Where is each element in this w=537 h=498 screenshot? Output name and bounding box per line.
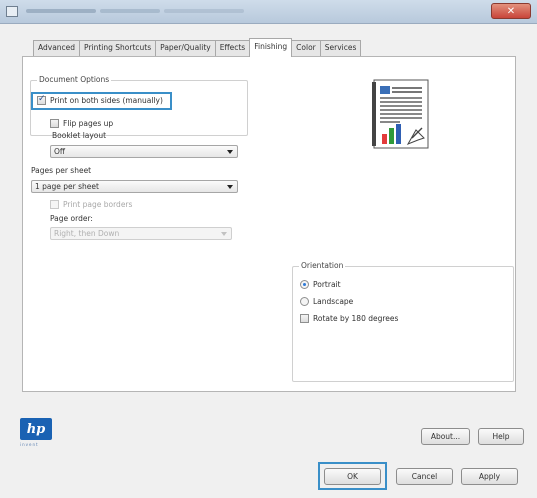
radio-icon[interactable]: [300, 297, 309, 306]
hp-logo-subtext: invent: [20, 442, 39, 447]
close-icon: ✕: [506, 5, 516, 17]
tab-services[interactable]: Services: [319, 40, 362, 56]
cancel-button[interactable]: Cancel: [396, 468, 453, 485]
radio-selected-icon[interactable]: [300, 280, 309, 289]
flip-pages-up-label: Flip pages up: [63, 119, 114, 128]
print-both-sides-label: Print on both sides (manually): [50, 96, 163, 105]
tab-finishing[interactable]: Finishing: [249, 38, 293, 57]
print-both-sides-checkbox[interactable]: Print on both sides (manually): [37, 94, 163, 105]
title-text-blurred: [26, 9, 96, 13]
hp-logo: hp: [20, 418, 52, 440]
checkbox-disabled-icon[interactable]: [50, 200, 59, 209]
chevron-down-icon: [227, 150, 233, 154]
page-order-label: Page order:: [50, 214, 93, 223]
rotate-180-checkbox[interactable]: Rotate by 180 degrees: [300, 314, 398, 323]
chevron-down-icon: [227, 185, 233, 189]
landscape-label: Landscape: [313, 297, 354, 306]
booklet-layout-select[interactable]: Off: [50, 145, 238, 158]
checkbox-icon[interactable]: [300, 314, 309, 323]
page-order-value: Right, then Down: [54, 229, 120, 238]
tab-effects[interactable]: Effects: [214, 40, 251, 56]
about-button[interactable]: About...: [421, 428, 470, 445]
help-button[interactable]: Help: [478, 428, 524, 445]
pages-per-sheet-select[interactable]: 1 page per sheet: [31, 180, 238, 193]
tab-advanced[interactable]: Advanced: [33, 40, 81, 56]
pages-per-sheet-value: 1 page per sheet: [35, 182, 99, 191]
print-page-borders-label: Print page borders: [63, 200, 133, 209]
checkbox-checked-icon[interactable]: [37, 94, 46, 105]
landscape-radio[interactable]: Landscape: [300, 297, 353, 306]
apply-button[interactable]: Apply: [461, 468, 518, 485]
pages-per-sheet-label: Pages per sheet: [31, 166, 92, 175]
document-options-title: Document Options: [37, 75, 112, 84]
hp-logo-text: hp: [26, 421, 46, 437]
title-text-blurred-2: [100, 9, 160, 13]
title-text-blurred-3: [164, 9, 244, 13]
orientation-title: Orientation: [299, 261, 346, 270]
portrait-label: Portrait: [313, 280, 341, 289]
portrait-radio[interactable]: Portrait: [300, 280, 341, 289]
print-page-borders-checkbox[interactable]: Print page borders: [50, 200, 132, 209]
page-order-select[interactable]: Right, then Down: [50, 227, 232, 240]
flip-pages-up-checkbox[interactable]: Flip pages up: [50, 119, 113, 128]
checkbox-icon[interactable]: [50, 119, 59, 128]
chevron-down-icon: [221, 232, 227, 236]
tab-color[interactable]: Color: [291, 40, 321, 56]
tab-paper-quality[interactable]: Paper/Quality: [155, 40, 216, 56]
tab-printing-shortcuts[interactable]: Printing Shortcuts: [79, 40, 157, 56]
printer-properties-dialog: ✕ Advanced Printing Shortcuts Paper/Qual…: [0, 0, 537, 498]
document-preview-icon: [372, 79, 429, 149]
booklet-layout-label: Booklet layout: [52, 131, 107, 140]
rotate-180-label: Rotate by 180 degrees: [313, 314, 399, 323]
ok-button[interactable]: OK: [324, 468, 381, 485]
title-bar[interactable]: ✕: [0, 0, 537, 24]
printer-app-icon: [6, 6, 18, 17]
booklet-layout-value: Off: [54, 147, 66, 156]
close-button[interactable]: ✕: [491, 3, 531, 19]
tab-strip: Advanced Printing Shortcuts Paper/Qualit…: [33, 38, 362, 57]
